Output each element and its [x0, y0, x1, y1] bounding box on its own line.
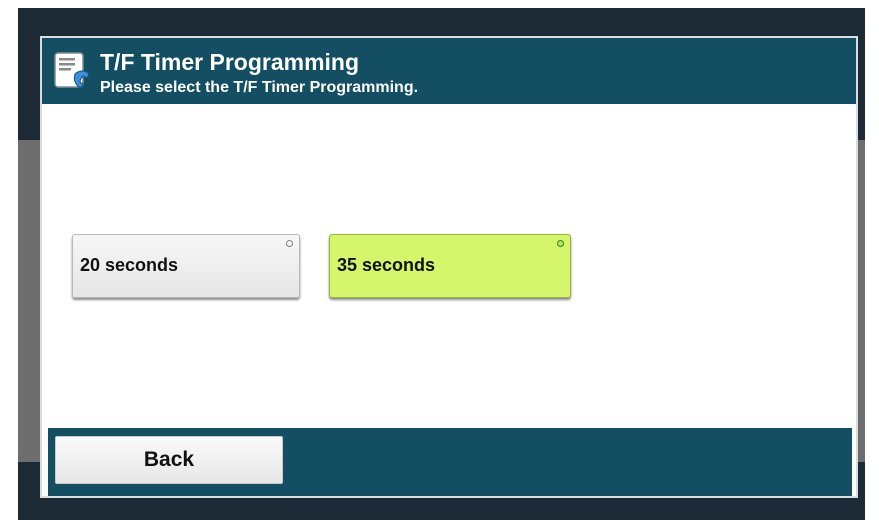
- option-label: 20 seconds: [80, 255, 179, 275]
- option-35-seconds[interactable]: 35 seconds: [329, 234, 571, 298]
- left-frame-bar: [18, 140, 40, 462]
- tf-timer-dialog: T/F Timer Programming Please select the …: [40, 36, 858, 498]
- dialog-title: T/F Timer Programming: [100, 49, 360, 75]
- radio-indicator-icon: [286, 240, 293, 247]
- fax-phone-icon: [52, 50, 92, 92]
- right-frame-bar: [858, 140, 865, 462]
- dialog-subtitle: Please select the T/F Timer Programming.: [100, 79, 419, 96]
- back-button[interactable]: Back: [55, 436, 283, 484]
- option-label: 35 seconds: [337, 255, 436, 275]
- dialog-header: T/F Timer Programming Please select the …: [42, 38, 856, 104]
- footer-bar: Back: [48, 428, 852, 496]
- radio-indicator-icon: [557, 240, 564, 247]
- option-20-seconds[interactable]: 20 seconds: [72, 234, 300, 298]
